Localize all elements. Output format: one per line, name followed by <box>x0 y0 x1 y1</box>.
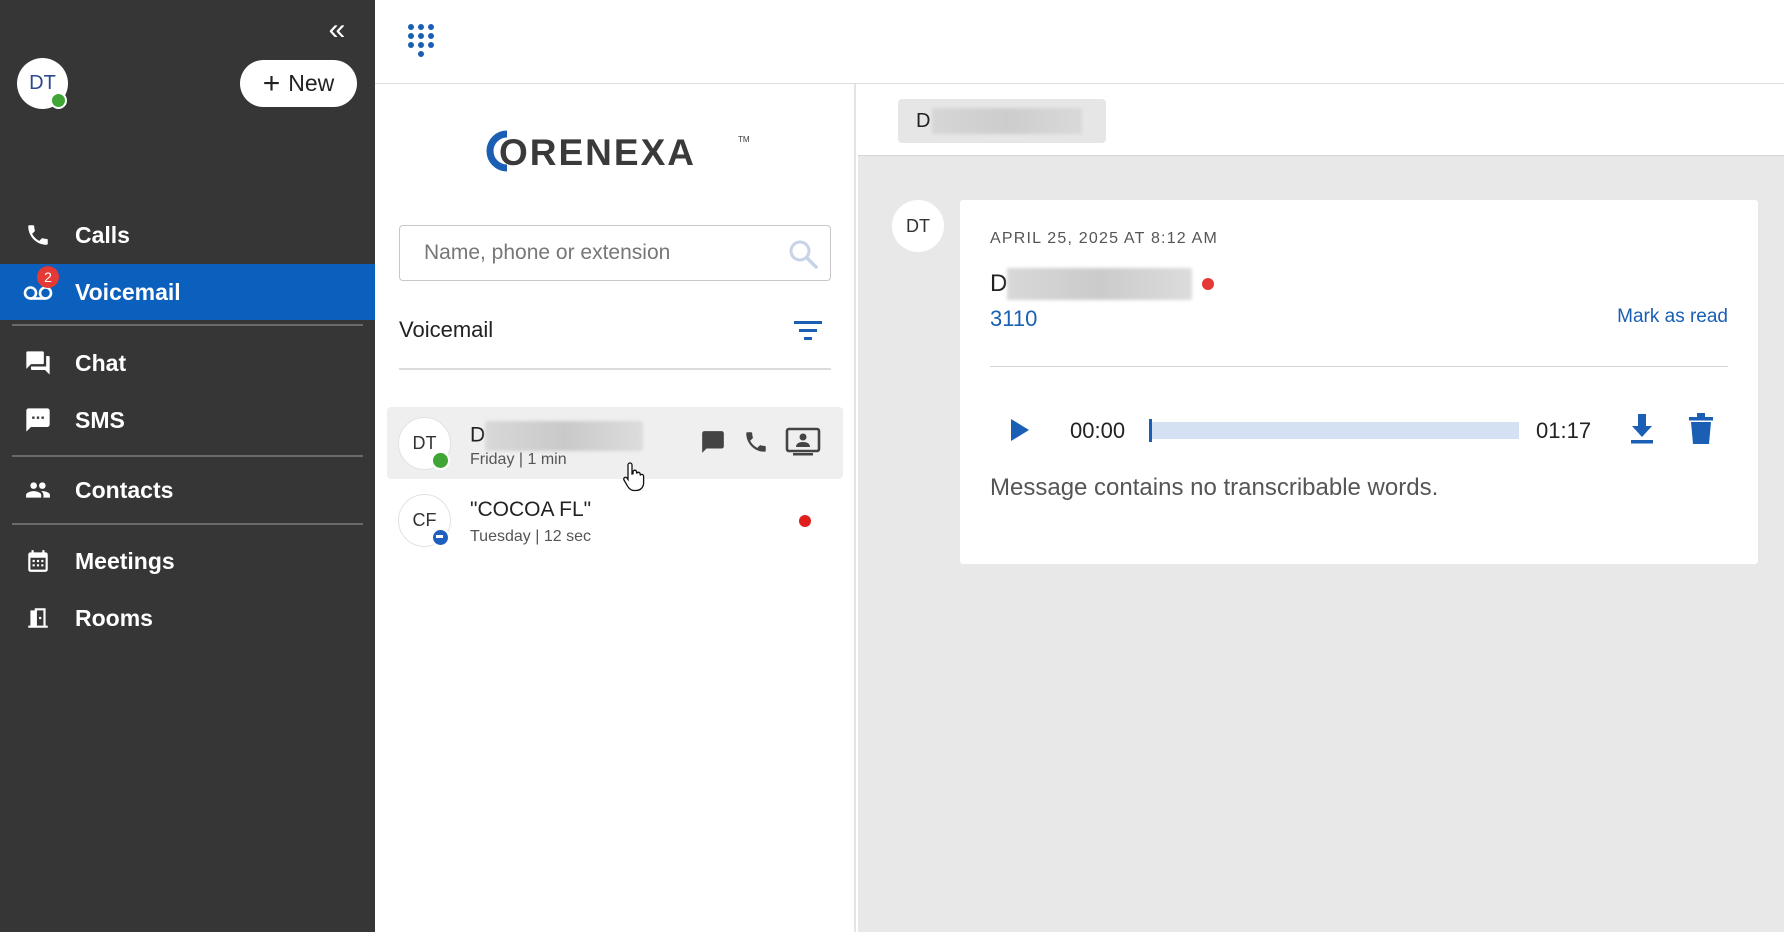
svg-text:ORENEXA: ORENEXA <box>499 132 696 173</box>
detail-header: D <box>858 84 1784 156</box>
voicemail-timestamp: APRIL 25, 2025 AT 8:12 AM <box>990 230 1219 247</box>
calendar-icon <box>22 545 54 577</box>
progress-thumb[interactable] <box>1149 419 1152 442</box>
download-button[interactable] <box>1628 412 1656 446</box>
svg-text:TM: TM <box>738 135 750 144</box>
delete-button[interactable] <box>1687 412 1715 446</box>
search-input[interactable] <box>424 241 764 265</box>
row-actions <box>699 427 821 462</box>
voicemail-section-title: Voicemail <box>399 317 494 342</box>
redacted-name <box>1007 268 1193 300</box>
voicemail-list-item[interactable]: DT D Friday | 1 min <box>387 407 843 479</box>
unread-indicator <box>799 515 811 527</box>
voicemail-count-badge: 2 <box>37 266 59 288</box>
dialpad-icon <box>408 24 434 57</box>
list-divider <box>399 368 831 370</box>
nav-item-meetings[interactable]: Meetings <box>0 533 375 589</box>
filter-icon <box>794 321 822 340</box>
hand-cursor-icon <box>622 461 646 493</box>
contact-chip[interactable]: D <box>898 99 1106 143</box>
contacts-icon <box>22 474 54 506</box>
contact-chip-prefix: D <box>916 109 931 132</box>
nav-divider <box>12 455 363 457</box>
caller-extension-link[interactable]: 3110 <box>990 306 1037 332</box>
current-time: 00:00 <box>1070 418 1126 443</box>
double-chevron-left-icon: « <box>328 13 346 46</box>
door-icon <box>22 602 54 634</box>
sidebar: « DT + New Calls 2 Voicemail Chat SMS Co… <box>0 0 375 932</box>
voicemail-list-item[interactable]: CF "COCOA FL" Tuesday | 12 sec <box>387 484 843 556</box>
voicemail-card: APRIL 25, 2025 AT 8:12 AM D 3110 Mark as… <box>960 200 1758 564</box>
screen-share-icon[interactable] <box>785 427 821 462</box>
search-box <box>399 225 831 281</box>
online-status-dot <box>431 451 450 470</box>
transcript-text: Message contains no transcribable words. <box>990 474 1439 501</box>
filter-button[interactable] <box>792 318 824 344</box>
avatar-initials: DT <box>906 215 930 236</box>
search-icon[interactable] <box>788 239 818 269</box>
voicemail-detail-panel: D DT APRIL 25, 2025 AT 8:12 AM D 3110 Ma… <box>858 84 1784 932</box>
avatar: DT <box>892 200 944 252</box>
voicemail-caller-name: "COCOA FL" <box>470 498 592 521</box>
nav-item-voicemail[interactable]: 2 Voicemail <box>0 264 375 320</box>
playback-progress-bar[interactable] <box>1149 419 1519 442</box>
voicemail-meta: Tuesday | 12 sec <box>470 528 591 545</box>
nav-label-voicemail: Voicemail <box>75 278 181 305</box>
total-duration: 01:17 <box>1536 418 1592 443</box>
unread-indicator <box>1202 278 1215 290</box>
nav-item-calls[interactable]: Calls <box>0 207 375 263</box>
chat-icon <box>22 347 54 379</box>
nav-divider <box>12 324 363 326</box>
play-icon <box>1011 419 1029 441</box>
caller-name-prefix: D <box>990 270 1008 297</box>
online-status-dot <box>50 92 67 109</box>
nav-label-chat: Chat <box>75 349 127 376</box>
user-initials: DT <box>29 72 56 94</box>
user-avatar[interactable]: DT <box>17 58 68 109</box>
nav-item-sms[interactable]: SMS <box>0 392 375 448</box>
caller-name-prefix: D <box>470 423 486 447</box>
new-button[interactable]: + New <box>240 60 357 107</box>
brand-logo: ORENEXA TM <box>483 128 753 174</box>
nav-divider <box>12 523 363 525</box>
phone-icon[interactable] <box>743 429 769 460</box>
voicemail-meta: Friday | 1 min <box>470 451 567 468</box>
dialpad-button[interactable] <box>405 22 437 60</box>
avatar-initials: CF <box>412 510 437 530</box>
redacted-name <box>485 421 644 451</box>
voicemail-list-panel: ORENEXA TM Voicemail DT D Friday | 1 min <box>375 84 856 932</box>
nav-label-rooms: Rooms <box>75 604 153 631</box>
new-button-label: New <box>288 70 335 96</box>
nav-item-chat[interactable]: Chat <box>0 335 375 391</box>
chat-icon[interactable] <box>699 429 727 460</box>
redacted-name <box>932 108 1083 134</box>
nav-label-sms: SMS <box>75 406 125 433</box>
download-icon <box>1631 414 1653 444</box>
avatar: DT <box>398 417 451 470</box>
caller-name: D <box>990 268 1215 300</box>
nav-label-meetings: Meetings <box>75 547 175 574</box>
mark-as-read-link[interactable]: Mark as read <box>1617 306 1728 328</box>
avatar: CF <box>398 494 451 547</box>
collapse-sidebar-button[interactable]: « <box>322 13 352 46</box>
sms-icon <box>22 404 54 436</box>
nav-item-rooms[interactable]: Rooms <box>0 590 375 646</box>
phone-icon <box>22 219 54 251</box>
avatar-initials: DT <box>412 433 437 453</box>
plus-icon: + <box>262 66 281 100</box>
voicemail-caller-name: D <box>470 421 644 451</box>
play-button[interactable] <box>1008 416 1032 444</box>
nav-label-calls: Calls <box>75 221 130 248</box>
nav-item-contacts[interactable]: Contacts <box>0 462 375 518</box>
card-divider <box>990 366 1728 367</box>
top-bar <box>375 0 1784 84</box>
nav-label-contacts: Contacts <box>75 476 174 503</box>
do-not-disturb-status-dot <box>431 528 450 547</box>
trash-icon <box>1689 413 1713 444</box>
